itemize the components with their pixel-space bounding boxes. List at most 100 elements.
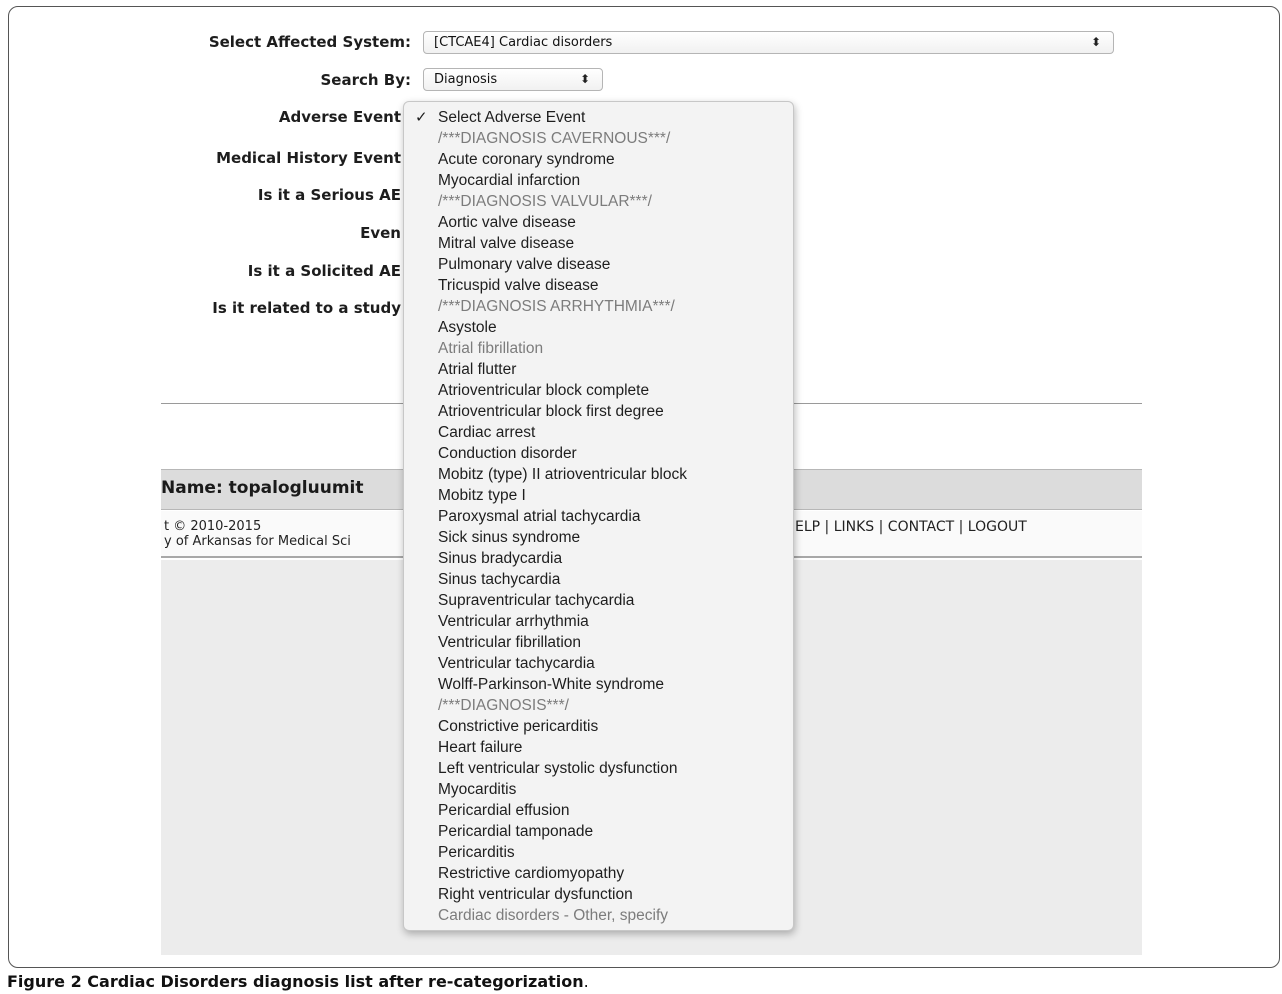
- dropdown-option-label: Restrictive cardiomyopathy: [438, 865, 625, 882]
- dropdown-option-label: Acute coronary syndrome: [438, 151, 615, 168]
- copyright-line-2: y of Arkansas for Medical Sci: [164, 534, 351, 549]
- event-label: Even: [360, 224, 401, 242]
- dropdown-option[interactable]: Pericardial tamponade: [404, 821, 793, 842]
- dropdown-option[interactable]: ✓ Select Adverse Event: [404, 107, 793, 128]
- dropdown-option[interactable]: Ventricular fibrillation: [404, 632, 793, 653]
- dropdown-option[interactable]: Mitral valve disease: [404, 233, 793, 254]
- dropdown-option-label: Mobitz (type) II atrioventricular block: [438, 466, 687, 483]
- dropdown-option-label: /***DIAGNOSIS VALVULAR***/: [438, 193, 652, 210]
- dropdown-option-label: Cardiac arrest: [438, 424, 536, 441]
- search-by-select[interactable]: Diagnosis ⬍: [423, 68, 603, 91]
- dropdown-option[interactable]: Sinus bradycardia: [404, 548, 793, 569]
- dropdown-option-label: Sinus bradycardia: [438, 550, 563, 567]
- footer-links[interactable]: ELP | LINKS | CONTACT | LOGOUT: [795, 519, 1085, 535]
- dropdown-option[interactable]: Atrial fibrillation: [404, 338, 793, 359]
- dropdown-option[interactable]: Ventricular tachycardia: [404, 653, 793, 674]
- affected-system-value: [CTCAE4] Cardiac disorders: [434, 35, 613, 50]
- dropdown-option[interactable]: Ventricular arrhythmia: [404, 611, 793, 632]
- dropdown-option-label: /***DIAGNOSIS CAVERNOUS***/: [438, 130, 671, 147]
- dropdown-option[interactable]: Right ventricular dysfunction: [404, 884, 793, 905]
- dropdown-option[interactable]: Mobitz (type) II atrioventricular block: [404, 464, 793, 485]
- copyright-text: t © 2010-2015 y of Arkansas for Medical …: [164, 519, 402, 549]
- dropdown-option-label: Atrial fibrillation: [438, 340, 544, 357]
- dropdown-option-label: Ventricular arrhythmia: [438, 613, 589, 630]
- dropdown-group-header[interactable]: /***DIAGNOSIS VALVULAR***/: [404, 191, 793, 212]
- solicited-ae-label: Is it a Solicited AE: [247, 262, 401, 280]
- dropdown-option[interactable]: Conduction disorder: [404, 443, 793, 464]
- copyright-line-1: t © 2010-2015: [164, 519, 262, 534]
- adverse-event-label: Adverse Event: [278, 108, 401, 126]
- dropdown-option[interactable]: Restrictive cardiomyopathy: [404, 863, 793, 884]
- dropdown-option[interactable]: Pericarditis: [404, 842, 793, 863]
- up-down-arrows-icon: ⬍: [1090, 35, 1101, 49]
- dropdown-option[interactable]: Atrioventricular block complete: [404, 380, 793, 401]
- dropdown-option-label: Ventricular fibrillation: [438, 634, 582, 651]
- dropdown-option-label: Heart failure: [438, 739, 523, 756]
- dropdown-option[interactable]: Aortic valve disease: [404, 212, 793, 233]
- dropdown-option-label: Cardiac disorders - Other, specify: [438, 907, 669, 924]
- affected-system-label: Select Affected System:: [208, 33, 411, 51]
- dropdown-option[interactable]: Wolff-Parkinson-White syndrome: [404, 674, 793, 695]
- dropdown-option[interactable]: Acute coronary syndrome: [404, 149, 793, 170]
- dropdown-option-label: Supraventricular tachycardia: [438, 592, 635, 609]
- dropdown-option[interactable]: Myocarditis: [404, 779, 793, 800]
- dropdown-option-label: Sinus tachycardia: [438, 571, 561, 588]
- related-study-label: Is it related to a study: [212, 299, 401, 317]
- dropdown-option[interactable]: Paroxysmal atrial tachycardia: [404, 506, 793, 527]
- dropdown-option-label: Sick sinus syndrome: [438, 529, 581, 546]
- dropdown-option[interactable]: Tricuspid valve disease: [404, 275, 793, 296]
- dropdown-option[interactable]: Cardiac arrest: [404, 422, 793, 443]
- dropdown-option-label: Atrial flutter: [438, 361, 517, 378]
- dropdown-option-label: Tricuspid valve disease: [438, 277, 599, 294]
- dropdown-option-label: Myocarditis: [438, 781, 517, 798]
- dropdown-option[interactable]: Myocardial infarction: [404, 170, 793, 191]
- adverse-event-dropdown[interactable]: ✓ Select Adverse Event /***DIAGNOSIS CAVER…: [403, 101, 794, 931]
- dropdown-option-label: Paroxysmal atrial tachycardia: [438, 508, 641, 525]
- dropdown-option-label: Wolff-Parkinson-White syndrome: [438, 676, 664, 693]
- username-label: Name: topalogluumit: [161, 478, 364, 498]
- dropdown-group-header[interactable]: /***DIAGNOSIS CAVERNOUS***/: [404, 128, 793, 149]
- checkmark-icon: ✓: [415, 109, 428, 126]
- dropdown-option-label: /***DIAGNOSIS***/: [438, 697, 569, 714]
- dropdown-option-label: Mitral valve disease: [438, 235, 575, 252]
- dropdown-option-label: Right ventricular dysfunction: [438, 886, 633, 903]
- affected-system-select[interactable]: [CTCAE4] Cardiac disorders ⬍: [423, 31, 1114, 54]
- adverse-event-options: ✓ Select Adverse Event /***DIAGNOSIS CAVER…: [404, 102, 793, 926]
- dropdown-option-label: Pericardial tamponade: [438, 823, 594, 840]
- dropdown-option-label: Asystole: [438, 319, 497, 336]
- up-down-arrows-icon: ⬍: [579, 72, 590, 86]
- figure-caption: Figure 2 Cardiac Disorders diagnosis lis…: [7, 972, 589, 991]
- dropdown-option[interactable]: Asystole: [404, 317, 793, 338]
- dropdown-option[interactable]: Cardiac disorders - Other, specify: [404, 905, 793, 926]
- dropdown-option-label: Aortic valve disease: [438, 214, 576, 231]
- dropdown-group-header[interactable]: /***DIAGNOSIS***/: [404, 695, 793, 716]
- dropdown-option[interactable]: Left ventricular systolic dysfunction: [404, 758, 793, 779]
- dropdown-option-label: Conduction disorder: [438, 445, 577, 462]
- dropdown-option[interactable]: Atrioventricular block first degree: [404, 401, 793, 422]
- dropdown-option-label: Atrioventricular block first degree: [438, 403, 664, 420]
- medical-history-label: Medical History Event: [216, 149, 401, 167]
- dropdown-option[interactable]: Pulmonary valve disease: [404, 254, 793, 275]
- dropdown-option-label: /***DIAGNOSIS ARRHYTHMIA***/: [438, 298, 675, 315]
- dropdown-option[interactable]: Supraventricular tachycardia: [404, 590, 793, 611]
- dropdown-option-label: Constrictive pericarditis: [438, 718, 599, 735]
- dropdown-option-label: Mobitz type I: [438, 487, 526, 504]
- dropdown-group-header[interactable]: /***DIAGNOSIS ARRHYTHMIA***/: [404, 296, 793, 317]
- dropdown-option[interactable]: Sinus tachycardia: [404, 569, 793, 590]
- dropdown-option[interactable]: Atrial flutter: [404, 359, 793, 380]
- dropdown-option-label: Myocardial infarction: [438, 172, 581, 189]
- serious-ae-label: Is it a Serious AE: [257, 186, 401, 204]
- dropdown-option-label: Pericardial effusion: [438, 802, 570, 819]
- dropdown-option[interactable]: Sick sinus syndrome: [404, 527, 793, 548]
- dropdown-option[interactable]: Mobitz type I: [404, 485, 793, 506]
- dropdown-option-label: Pericarditis: [438, 844, 515, 861]
- dropdown-option-label: Ventricular tachycardia: [438, 655, 595, 672]
- dropdown-option[interactable]: Heart failure: [404, 737, 793, 758]
- search-by-value: Diagnosis: [434, 72, 498, 87]
- figure-label: Figure 2: [7, 972, 82, 991]
- dropdown-option-label: Left ventricular systolic dysfunction: [438, 760, 678, 777]
- dropdown-option[interactable]: Constrictive pericarditis: [404, 716, 793, 737]
- dropdown-option[interactable]: Pericardial effusion: [404, 800, 793, 821]
- search-by-label: Search By:: [320, 71, 412, 89]
- dropdown-option-label: Atrioventricular block complete: [438, 382, 650, 399]
